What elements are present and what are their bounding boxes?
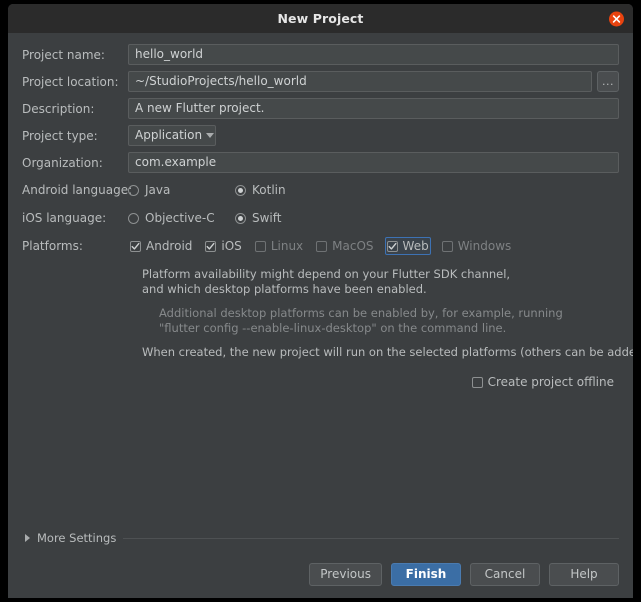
checkbox-platform-android[interactable]: Android bbox=[128, 237, 194, 255]
checkbox-icon-macos bbox=[316, 240, 328, 252]
platform-notes: Platform availability might depend on yo… bbox=[22, 267, 633, 391]
label-android-language: Android language: bbox=[22, 183, 133, 197]
checkbox-icon-windows bbox=[441, 240, 453, 252]
radio-label-java: Java bbox=[145, 183, 171, 197]
note-line-5: When created, the new project will run o… bbox=[142, 345, 633, 359]
label-description: Description: bbox=[22, 101, 95, 116]
radio-icon-kotlin bbox=[235, 184, 246, 196]
checkbox-label-web: Web bbox=[402, 239, 429, 253]
browse-folder-button[interactable]: ... bbox=[597, 71, 619, 92]
note-block-desktop-hint: Additional desktop platforms can be enab… bbox=[142, 306, 619, 336]
checkbox-create-project-offline[interactable]: Create project offline bbox=[470, 373, 616, 391]
divider bbox=[123, 537, 619, 539]
checkbox-platform-macos[interactable]: MacOS bbox=[314, 237, 375, 255]
previous-button[interactable]: Previous bbox=[309, 563, 382, 586]
project-type-select[interactable]: Application bbox=[128, 125, 216, 146]
field-row-platforms: Platforms: Android iOS Linux MacOS Web W… bbox=[22, 235, 619, 257]
field-row-project-location: Project location: ~/StudioProjects/hello… bbox=[22, 71, 619, 92]
project-name-input[interactable]: hello_world bbox=[128, 44, 619, 65]
dialog-button-bar: Previous Finish Cancel Help bbox=[22, 563, 619, 586]
field-row-project-name: Project name: hello_world bbox=[22, 44, 619, 65]
checkbox-icon-linux bbox=[254, 240, 266, 252]
chevron-down-icon bbox=[206, 133, 215, 138]
note-line-4: "flutter config --enable-linux-desktop" … bbox=[159, 321, 507, 335]
checkbox-label-windows: Windows bbox=[457, 239, 512, 253]
field-row-ios-language: iOS language: Objective-C Swift bbox=[22, 207, 619, 229]
checkbox-label-ios: iOS bbox=[221, 239, 242, 253]
offline-row: Create project offline bbox=[142, 373, 619, 391]
dialog-title: New Project bbox=[277, 11, 364, 26]
radio-label-kotlin: Kotlin bbox=[252, 183, 286, 197]
new-project-dialog: New Project Project name: hello_world Pr… bbox=[8, 4, 633, 598]
dialog-footer: More Settings Previous Finish Cancel Hel… bbox=[8, 531, 633, 598]
label-project-name: Project name: bbox=[22, 47, 105, 62]
cancel-button[interactable]: Cancel bbox=[470, 563, 540, 586]
checkbox-label-android: Android bbox=[146, 239, 193, 253]
more-settings-toggle[interactable]: More Settings bbox=[22, 531, 619, 545]
field-row-description: Description: A new Flutter project. bbox=[22, 98, 619, 119]
description-input[interactable]: A new Flutter project. bbox=[128, 98, 619, 119]
radio-ios-swift[interactable]: Swift bbox=[235, 211, 281, 225]
help-button[interactable]: Help bbox=[549, 563, 619, 586]
note-line-1: Platform availability might depend on yo… bbox=[142, 267, 511, 281]
organization-input[interactable]: com.example bbox=[128, 152, 619, 173]
label-organization: Organization: bbox=[22, 155, 103, 170]
label-project-type: Project type: bbox=[22, 128, 98, 143]
checkbox-platform-linux[interactable]: Linux bbox=[253, 237, 305, 255]
radio-label-swift: Swift bbox=[252, 211, 282, 225]
radio-android-kotlin[interactable]: Kotlin bbox=[235, 183, 286, 197]
label-platforms: Platforms: bbox=[22, 239, 83, 253]
radio-ios-objective-c[interactable]: Objective-C bbox=[128, 211, 235, 225]
radio-android-java[interactable]: Java bbox=[128, 183, 235, 197]
note-line-2: and which desktop platforms have been en… bbox=[142, 282, 427, 296]
close-icon[interactable] bbox=[609, 11, 624, 26]
radio-label-objective-c: Objective-C bbox=[145, 211, 215, 225]
field-row-project-type: Project type: Application bbox=[22, 125, 619, 146]
finish-button[interactable]: Finish bbox=[391, 563, 461, 586]
note-block-availability: Platform availability might depend on yo… bbox=[142, 267, 619, 297]
radio-icon-swift bbox=[235, 212, 246, 224]
project-location-input[interactable]: ~/StudioProjects/hello_world bbox=[128, 71, 592, 92]
more-settings-label: More Settings bbox=[37, 531, 117, 545]
project-form: Project name: hello_world Project locati… bbox=[8, 33, 633, 391]
checkbox-icon-web bbox=[386, 240, 398, 252]
dialog-title-bar: New Project bbox=[8, 4, 633, 33]
dialog-body: Project name: hello_world Project locati… bbox=[8, 33, 633, 598]
checkbox-label-macos: MacOS bbox=[332, 239, 374, 253]
radio-icon-java bbox=[128, 184, 139, 196]
browse-ellipsis-icon: ... bbox=[602, 74, 614, 88]
project-type-value: Application bbox=[135, 128, 203, 142]
checkbox-icon-android bbox=[130, 240, 141, 252]
label-ios-language: iOS language: bbox=[22, 211, 107, 225]
checkbox-platform-ios[interactable]: iOS bbox=[203, 237, 243, 255]
field-row-android-language: Android language: Java Kotlin bbox=[22, 179, 619, 201]
note-line-3: Additional desktop platforms can be enab… bbox=[159, 306, 563, 320]
checkbox-icon-create-offline bbox=[471, 376, 483, 388]
note-block-created: When created, the new project will run o… bbox=[142, 345, 633, 360]
checkbox-label-create-offline: Create project offline bbox=[487, 375, 614, 389]
radio-icon-objective-c bbox=[128, 212, 139, 224]
checkbox-label-linux: Linux bbox=[270, 239, 304, 253]
label-project-location: Project location: bbox=[22, 74, 119, 89]
field-row-organization: Organization: com.example bbox=[22, 152, 619, 173]
checkbox-platform-web[interactable]: Web bbox=[384, 237, 431, 255]
checkbox-icon-ios bbox=[205, 240, 217, 252]
chevron-right-icon bbox=[25, 534, 30, 542]
checkbox-platform-windows[interactable]: Windows bbox=[440, 237, 514, 255]
